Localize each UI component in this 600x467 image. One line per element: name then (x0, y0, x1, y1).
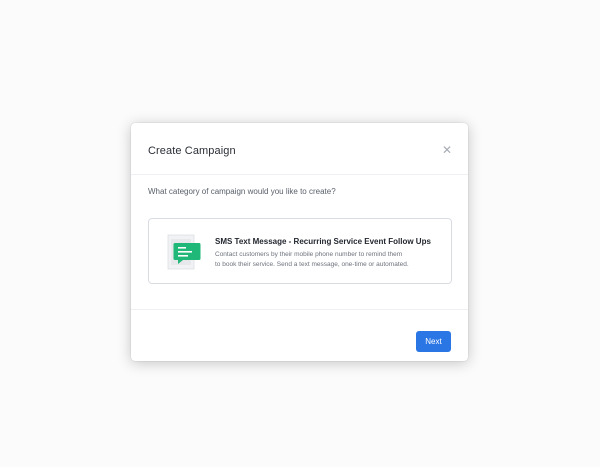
next-button[interactable]: Next (416, 331, 451, 352)
close-icon[interactable]: ✕ (440, 143, 454, 157)
footer-divider (131, 309, 468, 310)
sms-message-illustration (167, 234, 201, 270)
option-sms-recurring-service[interactable]: SMS Text Message - Recurring Service Eve… (148, 218, 452, 284)
campaign-category-question: What category of campaign would you like… (148, 187, 336, 196)
option-description: Contact customers by their mobile phone … (215, 250, 441, 269)
option-description-line: to book their service. Send a text messa… (215, 260, 409, 268)
create-campaign-dialog: Create Campaign ✕ What category of campa… (131, 123, 468, 361)
option-title: SMS Text Message - Recurring Service Eve… (215, 237, 431, 246)
option-description-line: Contact customers by their mobile phone … (215, 251, 403, 258)
dialog-header: Create Campaign ✕ (131, 123, 468, 175)
dialog-title: Create Campaign (148, 145, 236, 157)
